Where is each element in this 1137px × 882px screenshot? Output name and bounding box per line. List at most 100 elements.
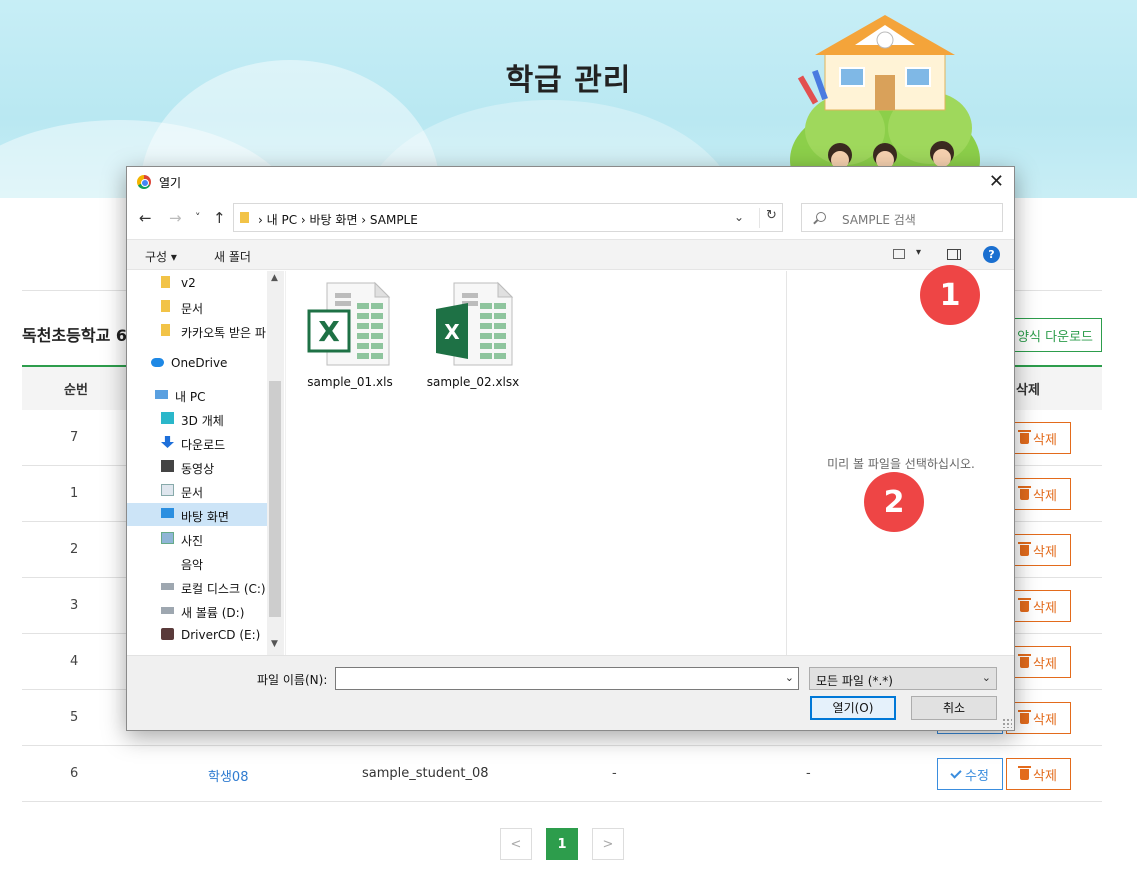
sidebar-item-label: OneDrive — [171, 356, 228, 370]
delete-button[interactable]: 삭제 — [1006, 534, 1071, 566]
preview-pane: 미리 볼 파일을 선택하십시오. — [786, 271, 1014, 655]
computer-icon — [155, 390, 168, 399]
delete-button[interactable]: 삭제 — [1006, 702, 1071, 734]
table-row: 6 학생08 sample_student_08 - - 수정 삭제 — [22, 746, 1102, 802]
desktop-icon — [161, 508, 174, 518]
annotation-badge-1: 1 — [920, 265, 980, 325]
close-icon[interactable]: ✕ — [989, 171, 1004, 192]
delete-label: 삭제 — [1033, 432, 1057, 448]
folder-icon — [240, 212, 249, 223]
sidebar-item-label: DriverCD (E:) — [181, 628, 261, 642]
scroll-down-icon[interactable]: ▼ — [271, 639, 278, 649]
excel-icon: X — [436, 281, 514, 366]
sidebar-item-label: 문서 — [181, 486, 204, 500]
navigation-pane: v2 문서 카카오톡 받은 파 OneDrive 내 PC 3D 개체 다운로드 동영상 문서 바… — [127, 271, 283, 655]
row-number: 7 — [70, 430, 79, 445]
chevron-down-icon[interactable]: ⌄ — [785, 671, 794, 684]
navigation-bar: ← → ˅ ↑ › 내 PC › 바탕 화면 › SAMPLE ⌄ ↻ SAMP… — [127, 199, 1014, 237]
sidebar-item-label: 새 볼륨 (D:) — [181, 606, 245, 620]
trash-icon — [1018, 709, 1032, 724]
sidebar-item[interactable]: 바탕 화면 — [127, 503, 267, 526]
file-item-xls[interactable]: X sample_01.xls — [300, 281, 400, 396]
picture-icon — [161, 532, 174, 544]
dialog-title: 열기 — [159, 176, 182, 190]
sidebar-item[interactable]: DriverCD (E:) — [127, 623, 267, 646]
search-placeholder: SAMPLE 검색 — [842, 213, 916, 227]
delete-button[interactable]: 삭제 — [1006, 646, 1071, 678]
row-value: - — [612, 766, 617, 781]
sidebar-item-label: 사진 — [181, 534, 204, 548]
view-options-icon[interactable] — [893, 249, 905, 259]
sidebar-item[interactable]: v2 — [127, 271, 267, 294]
filetype-select[interactable]: 모든 파일 (*.*) ⌄ — [809, 667, 997, 690]
open-button[interactable]: 열기(O) — [810, 696, 896, 720]
delete-button[interactable]: 삭제 — [1006, 478, 1071, 510]
sidebar-item[interactable]: 3D 개체 — [127, 407, 267, 430]
resize-grip[interactable] — [1002, 718, 1012, 728]
cancel-button[interactable]: 취소 — [911, 696, 997, 720]
recent-locations-icon[interactable]: ˅ — [195, 211, 201, 224]
scroll-thumb[interactable] — [269, 381, 281, 617]
sidebar-item[interactable]: 로컬 디스크 (C:) — [127, 575, 267, 598]
delete-button[interactable]: 삭제 — [1006, 590, 1071, 622]
dialog-footer: 파일 이름(N): ⌄ 모든 파일 (*.*) ⌄ 열기(O) 취소 — [127, 655, 1014, 730]
row-number: 4 — [70, 654, 79, 669]
delete-button[interactable]: 삭제 — [1006, 758, 1071, 790]
sidebar-item-label: 동영상 — [181, 462, 215, 476]
search-input[interactable]: SAMPLE 검색 — [801, 203, 1003, 232]
chevron-down-icon[interactable]: ⌄ — [734, 210, 744, 224]
sidebar-item-label: 카카오톡 받은 파 — [181, 326, 266, 340]
trash-icon — [1018, 653, 1032, 668]
cloud-icon — [151, 358, 164, 367]
back-icon[interactable]: ← — [139, 209, 152, 227]
pagination-prev[interactable]: < — [500, 828, 532, 860]
pagination-next[interactable]: > — [592, 828, 624, 860]
edit-button[interactable]: 수정 — [937, 758, 1003, 790]
organize-button[interactable]: 구성 ▾ — [145, 248, 177, 265]
filename-input[interactable]: ⌄ — [335, 667, 799, 690]
up-icon[interactable]: ↑ — [213, 209, 226, 227]
col-header-no: 순번 — [64, 383, 88, 398]
sidebar-item[interactable]: 다운로드 — [127, 431, 267, 454]
preview-pane-icon[interactable] — [947, 249, 961, 260]
delete-label: 삭제 — [1033, 712, 1057, 728]
cd-icon — [161, 628, 174, 640]
sidebar-item[interactable]: 내 PC — [127, 383, 267, 406]
navigation-scrollbar[interactable]: ▲ ▼ — [267, 271, 284, 655]
delete-button[interactable]: 삭제 — [1006, 422, 1071, 454]
drive-icon — [161, 583, 174, 590]
sidebar-item[interactable]: 문서 — [127, 479, 267, 502]
sidebar-item-label: 3D 개체 — [181, 414, 224, 428]
video-icon — [161, 460, 174, 472]
row-number: 3 — [70, 598, 79, 613]
download-icon — [161, 436, 174, 448]
scroll-up-icon[interactable]: ▲ — [271, 273, 278, 283]
sidebar-item[interactable]: 음악 — [127, 551, 267, 574]
dialog-titlebar: 열기 ✕ — [127, 167, 1014, 197]
sidebar-item[interactable]: OneDrive — [127, 351, 267, 374]
pagination-page-1[interactable]: 1 — [546, 828, 578, 860]
sidebar-item[interactable]: 새 볼륨 (D:) — [127, 599, 267, 622]
refresh-icon[interactable]: ↻ — [759, 208, 783, 228]
folder-icon — [161, 276, 170, 288]
download-template-button[interactable]: 양식 다운로드 — [1002, 318, 1102, 352]
forward-icon[interactable]: → — [169, 209, 182, 227]
help-icon[interactable]: ? — [983, 246, 1000, 263]
file-item-xlsx[interactable]: X sample_02.xlsx — [423, 281, 523, 396]
annotation-badge-2: 2 — [864, 472, 924, 532]
address-path[interactable]: › 내 PC › 바탕 화면 › SAMPLE — [258, 211, 418, 228]
file-open-dialog: 열기 ✕ ← → ˅ ↑ › 내 PC › 바탕 화면 › SAMPLE ⌄ ↻… — [126, 166, 1015, 731]
sidebar-item[interactable]: 사진 — [127, 527, 267, 550]
student-name-link[interactable]: 학생08 — [208, 766, 248, 785]
folder-icon — [161, 300, 170, 312]
document-icon — [161, 484, 174, 496]
sidebar-item[interactable]: 문서 — [127, 295, 267, 318]
new-folder-button[interactable]: 새 폴더 — [214, 248, 251, 265]
chevron-down-icon[interactable]: ▾ — [916, 247, 921, 258]
sidebar-item-label: 음악 — [181, 558, 204, 572]
sidebar-item[interactable]: 동영상 — [127, 455, 267, 478]
sidebar-item[interactable]: 카카오톡 받은 파 — [127, 319, 267, 342]
trash-icon — [1018, 765, 1032, 780]
row-number: 2 — [70, 542, 79, 557]
address-bar[interactable]: › 내 PC › 바탕 화면 › SAMPLE ⌄ ↻ — [233, 203, 783, 232]
